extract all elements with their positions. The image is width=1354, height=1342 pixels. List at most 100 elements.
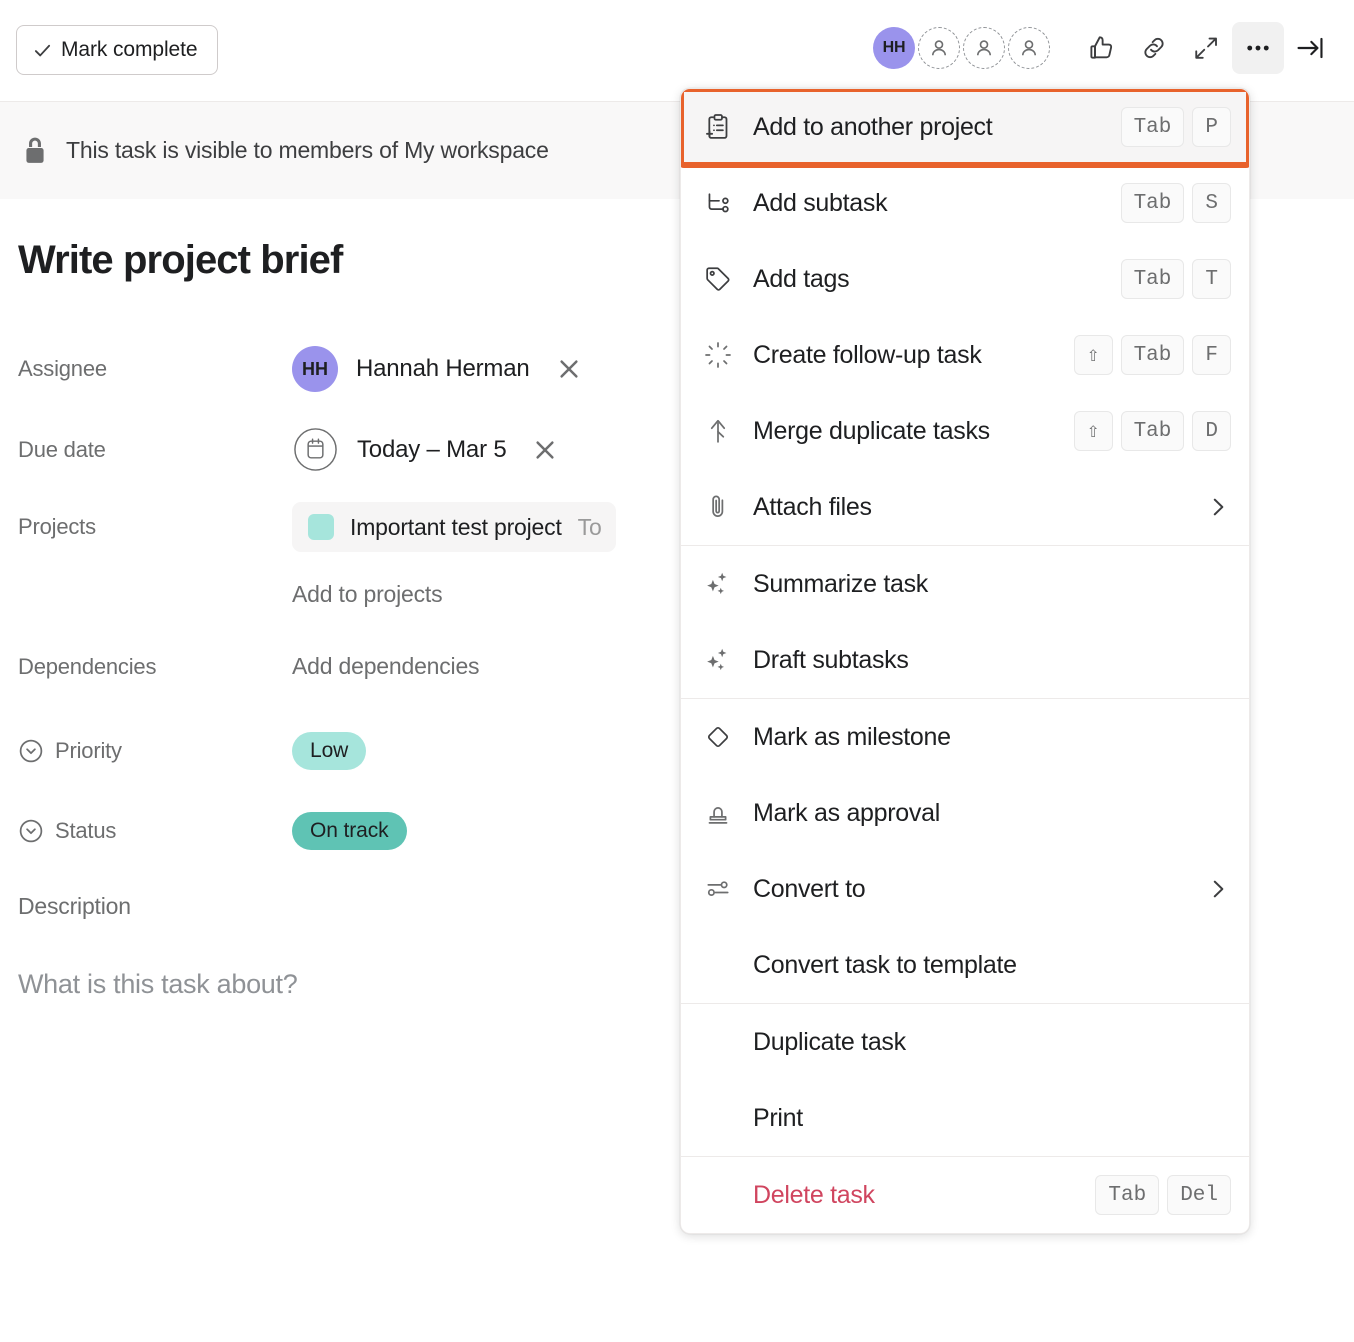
mark-complete-label: Mark complete — [61, 38, 198, 61]
priority-value[interactable]: Low — [292, 732, 367, 770]
kbd-key: D — [1192, 411, 1231, 451]
kbd-key: P — [1192, 107, 1231, 147]
task-toolbar: Mark complete HH — [0, 0, 1354, 101]
assignee-value[interactable]: HH Hannah Herman — [292, 346, 582, 392]
field-projects: Projects Important test project To — [18, 502, 616, 552]
menu-section-conversions: Mark as milestone Mark as approval Conve… — [681, 699, 1249, 1003]
menu-item-add-subtask[interactable]: Add subtask Tab S — [681, 165, 1249, 241]
menu-item-label: Create follow-up task — [753, 340, 982, 369]
field-dependencies: Dependencies Add dependencies — [18, 653, 480, 680]
kbd-key: Tab — [1120, 107, 1185, 147]
chevron-down-circle-icon — [19, 739, 43, 763]
status-label-wrap: Status — [18, 818, 292, 844]
menu-item-label: Convert task to template — [753, 950, 1017, 979]
diamond-icon — [701, 720, 735, 754]
menu-item-summarize-task[interactable]: Summarize task — [681, 546, 1249, 622]
sparkle-icon — [701, 643, 735, 677]
mark-complete-button[interactable]: Mark complete — [16, 25, 219, 75]
kbd-key: F — [1192, 335, 1231, 375]
kbd-key: Del — [1167, 1175, 1231, 1215]
more-options-button[interactable] — [1232, 22, 1284, 74]
menu-item-label: Convert to — [753, 874, 866, 903]
menu-item-convert-task-to-template[interactable]: Convert task to template — [681, 927, 1249, 1003]
check-icon — [33, 41, 52, 60]
add-dependencies-button[interactable]: Add dependencies — [292, 653, 480, 680]
menu-item-label: Add to another project — [753, 112, 993, 141]
priority-pill: Low — [292, 732, 367, 770]
menu-item-duplicate-task[interactable]: Duplicate task — [681, 1004, 1249, 1080]
like-button[interactable] — [1076, 22, 1128, 74]
projects-label: Projects — [18, 514, 96, 539]
menu-item-mark-as-approval[interactable]: Mark as approval — [681, 775, 1249, 851]
due-date-text: Today – Mar 5 — [357, 435, 507, 463]
add-collaborator-slot-1[interactable] — [918, 27, 960, 69]
close-icon — [559, 360, 578, 378]
due-date-value[interactable]: Today – Mar 5 — [292, 426, 558, 473]
more-options-menu: Add to another project Tab P Add subtask… — [680, 88, 1250, 1234]
project-chip[interactable]: Important test project To — [292, 502, 616, 552]
project-section: To — [577, 513, 602, 540]
avatar[interactable]: HH — [873, 27, 915, 69]
person-icon — [977, 40, 991, 56]
menu-section-task-actions: Add to another project Tab P Add subtask… — [681, 89, 1249, 545]
menu-item-label: Print — [753, 1103, 803, 1132]
menu-item-label: Merge duplicate tasks — [753, 416, 990, 445]
clear-due-date-button[interactable] — [506, 437, 558, 463]
menu-item-label: Mark as approval — [753, 798, 940, 827]
tag-icon — [701, 262, 735, 296]
add-collaborator-slot-3[interactable] — [1008, 27, 1050, 69]
menu-item-convert-to[interactable]: Convert to — [681, 851, 1249, 927]
field-due-date: Due date Today – Mar 5 — [18, 426, 558, 473]
fullscreen-button[interactable] — [1180, 22, 1232, 74]
expand-icon — [1195, 37, 1217, 59]
merge-icon — [701, 414, 735, 448]
status-value[interactable]: On track — [292, 812, 407, 850]
priority-label-wrap: Priority — [18, 738, 292, 764]
close-icon — [536, 440, 555, 459]
dependencies-label: Dependencies — [18, 653, 157, 679]
kbd-key: ⇧ — [1073, 411, 1113, 451]
priority-label: Priority — [55, 738, 122, 763]
menu-item-print[interactable]: Print — [681, 1080, 1249, 1156]
due-date-label: Due date — [18, 436, 106, 462]
add-to-projects-row: Add to projects — [18, 581, 443, 608]
sparkle-icon — [701, 567, 735, 601]
menu-item-mark-as-milestone[interactable]: Mark as milestone — [681, 699, 1249, 775]
kbd-key: T — [1192, 259, 1231, 299]
status-label: Status — [55, 818, 117, 843]
menu-item-label: Duplicate task — [753, 1027, 906, 1056]
menu-item-add-to-another-project[interactable]: Add to another project Tab P — [681, 89, 1249, 168]
lock-icon — [26, 137, 44, 163]
add-collaborator-slot-2[interactable] — [963, 27, 1005, 69]
menu-item-add-tags[interactable]: Add tags Tab T — [681, 241, 1249, 317]
calendar-icon — [294, 428, 337, 471]
menu-section-delete: Delete task Tab Del — [681, 1157, 1249, 1233]
menu-item-draft-subtasks[interactable]: Draft subtasks — [681, 622, 1249, 698]
chevron-right-icon — [1213, 498, 1224, 516]
menu-item-label: Draft subtasks — [753, 645, 909, 674]
description-label: Description — [18, 893, 131, 919]
page-title[interactable]: Write project brief — [18, 238, 343, 283]
menu-item-create-follow-up-task[interactable]: Create follow-up task ⇧ Tab F — [681, 317, 1249, 393]
privacy-banner-text: This task is visible to members of My wo… — [66, 137, 549, 163]
assignee-avatar: HH — [292, 346, 338, 392]
chevron-right-icon — [1213, 880, 1224, 898]
description-input[interactable]: What is this task about? — [18, 969, 298, 1000]
menu-item-attach-files[interactable]: Attach files — [681, 469, 1249, 545]
menu-item-label: Add subtask — [753, 188, 888, 217]
kbd-key: Tab — [1120, 183, 1185, 223]
menu-item-delete-task[interactable]: Delete task Tab Del — [681, 1157, 1249, 1233]
kbd-key: S — [1192, 183, 1231, 223]
menu-item-merge-duplicate-tasks[interactable]: Merge duplicate tasks ⇧ Tab D — [681, 393, 1249, 469]
close-details-button[interactable] — [1284, 22, 1336, 74]
shortcut-keys: ⇧ Tab F — [1073, 335, 1231, 375]
add-to-projects-button[interactable]: Add to projects — [292, 581, 443, 608]
shortcut-keys: Tab S — [1120, 183, 1231, 223]
task-detail-pane: Mark complete HH This task is visible to… — [0, 0, 1354, 1342]
add-to-project-icon — [701, 110, 735, 144]
project-color-swatch — [308, 514, 334, 540]
menu-item-label: Delete task — [753, 1180, 875, 1209]
copy-link-button[interactable] — [1128, 22, 1180, 74]
collapse-panel-icon — [1297, 37, 1323, 59]
clear-assignee-button[interactable] — [530, 356, 582, 382]
